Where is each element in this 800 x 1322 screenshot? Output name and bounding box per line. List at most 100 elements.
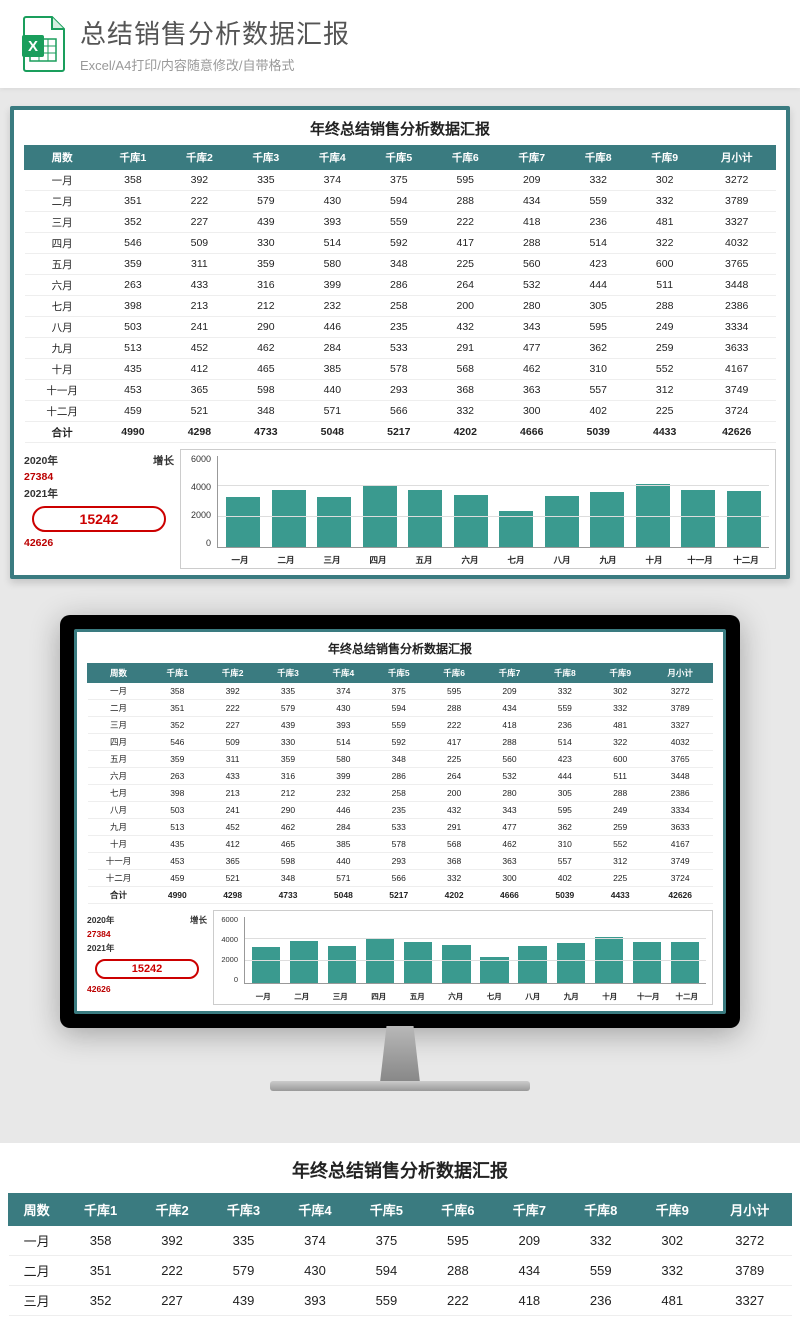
chart-bar [408, 490, 442, 547]
col-header: 千库1 [100, 146, 166, 170]
table-row: 一月3583923353743755952093323023272 [88, 683, 713, 700]
col-header: 千库4 [316, 664, 371, 683]
col-header: 千库3 [208, 1194, 279, 1226]
monitor-stand [355, 1026, 445, 1081]
year-2020-value: 27384 [24, 471, 174, 483]
report-card-small: 年终总结销售分析数据汇报 周数千库1千库2千库3千库4千库5千库6千库7千库8千… [74, 629, 726, 1014]
data-table-bottom: 周数千库1千库2千库3千库4千库5千库6千库7千库8千库9月小计一月358392… [8, 1193, 792, 1316]
table-row: 六月2634333163992862645324445113448 [88, 768, 713, 785]
total-row: 合计49904298473350485217420246665039443342… [88, 887, 713, 904]
table-row: 七月3982132122322582002803052882386 [25, 296, 776, 317]
chart-bar [442, 945, 470, 983]
chart-bar [545, 496, 579, 547]
table-row: 八月5032412904462354323435952493334 [88, 802, 713, 819]
col-header: 千库4 [299, 146, 365, 170]
table-row: 十月4354124653855785684623105524167 [88, 836, 713, 853]
col-header: 千库6 [426, 664, 481, 683]
table-row: 十二月4595213485715663323004022253724 [88, 870, 713, 887]
table-row: 六月2634333163992862645324445113448 [25, 275, 776, 296]
col-header: 千库4 [279, 1194, 350, 1226]
report-card: 年终总结销售分析数据汇报 周数千库1千库2千库3千库4千库5千库6千库7千库8千… [10, 106, 790, 579]
col-header: 千库8 [565, 1194, 636, 1226]
table-row: 二月3512225794305942884345593323789 [9, 1256, 792, 1286]
table-row: 九月5134524622845332914773622593633 [88, 819, 713, 836]
table-row: 三月3522274393935592224182364813327 [25, 212, 776, 233]
table-row: 二月3512225794305942884345593323789 [88, 700, 713, 717]
preview-bottom: 年终总结销售分析数据汇报 周数千库1千库2千库3千库4千库5千库6千库7千库8千… [0, 1143, 800, 1322]
table-row: 四月5465093305145924172885143224032 [25, 233, 776, 254]
col-header: 千库5 [351, 1194, 422, 1226]
col-header: 周数 [25, 146, 100, 170]
chart-bar [454, 495, 488, 547]
col-header: 千库3 [260, 664, 315, 683]
col-header: 千库9 [593, 664, 648, 683]
table-row: 十一月4533655984402933683635573123749 [88, 853, 713, 870]
col-header: 千库2 [136, 1194, 207, 1226]
table-row: 十二月4595213485715663323004022253724 [25, 401, 776, 422]
chart-bar [727, 491, 761, 547]
year-2020-label: 2020年 [24, 453, 58, 468]
table-row: 二月3512225794305942884345593323789 [25, 191, 776, 212]
col-header: 千库1 [65, 1194, 136, 1226]
col-header: 月小计 [708, 1194, 792, 1226]
year-2021-value: 42626 [24, 537, 174, 549]
chart-bar [633, 942, 661, 983]
col-header: 千库3 [233, 146, 299, 170]
col-header: 千库5 [371, 664, 426, 683]
svg-text:X: X [28, 38, 38, 55]
col-header: 千库8 [537, 664, 592, 683]
table-row: 一月3583923353743755952093323023272 [9, 1226, 792, 1256]
table-row: 一月3583923353743755952093323023272 [25, 170, 776, 191]
col-header: 千库8 [565, 146, 631, 170]
monitor-frame: 年终总结销售分析数据汇报 周数千库1千库2千库3千库4千库5千库6千库7千库8千… [60, 615, 740, 1028]
chart-bar [317, 497, 351, 547]
chart-bar [681, 490, 715, 547]
monitor-base [270, 1081, 530, 1091]
col-header: 千库6 [422, 1194, 493, 1226]
chart-bar [671, 942, 699, 983]
chart-bar [557, 943, 585, 983]
chart-bar [272, 490, 306, 547]
data-table: 周数千库1千库2千库3千库4千库5千库6千库7千库8千库9月小计一月358392… [24, 145, 776, 443]
summary-panel: 2020年 增长 27384 2021年 15242 42626 [24, 449, 174, 569]
total-row: 合计49904298473350485217420246665039443342… [25, 422, 776, 443]
col-header: 千库7 [482, 664, 537, 683]
chart-bar [590, 492, 624, 547]
col-header: 月小计 [648, 664, 713, 683]
bar-chart: 6000400020000 一月二月三月四月五月六月七月八月九月十月十一月十二月 [180, 449, 776, 569]
col-header: 千库9 [631, 146, 697, 170]
growth-badge: 15242 [32, 506, 166, 532]
col-header: 千库5 [366, 146, 432, 170]
col-header: 千库6 [432, 146, 498, 170]
col-header: 周数 [88, 664, 150, 683]
chart-bar [518, 946, 546, 983]
page-title: 总结销售分析数据汇报 [80, 14, 350, 51]
preview-top: 年终总结销售分析数据汇报 周数千库1千库2千库3千库4千库5千库6千库7千库8千… [0, 88, 800, 591]
col-header: 千库7 [499, 146, 565, 170]
table-row: 九月5134524622845332914773622593633 [25, 338, 776, 359]
chart-bar [328, 946, 356, 983]
table-row: 十一月4533655984402933683635573123749 [25, 380, 776, 401]
table-row: 三月3522274393935592224182364813327 [9, 1286, 792, 1316]
col-header: 月小计 [698, 146, 776, 170]
table-row: 三月3522274393935592224182364813327 [88, 717, 713, 734]
page-subtitle: Excel/A4打印/内容随意修改/自带格式 [80, 55, 350, 74]
excel-file-icon: X [20, 15, 66, 73]
year-2021-label: 2021年 [24, 486, 58, 501]
col-header: 周数 [9, 1194, 65, 1226]
col-header: 千库2 [205, 664, 260, 683]
table-row: 五月3593113595803482255604236003765 [88, 751, 713, 768]
monitor-preview: 年终总结销售分析数据汇报 周数千库1千库2千库3千库4千库5千库6千库7千库8千… [0, 591, 800, 1131]
chart-bar [290, 941, 318, 983]
table-row: 十月4354124653855785684623105524167 [25, 359, 776, 380]
chart-bar [404, 942, 432, 983]
col-header: 千库1 [150, 664, 205, 683]
table-row: 七月3982132122322582002803052882386 [88, 785, 713, 802]
col-header: 千库9 [637, 1194, 708, 1226]
growth-label: 增长 [153, 453, 174, 468]
chart-bar [252, 947, 280, 983]
page-header: X 总结销售分析数据汇报 Excel/A4打印/内容随意修改/自带格式 [0, 0, 800, 88]
report-title: 年终总结销售分析数据汇报 [24, 118, 776, 139]
table-row: 八月5032412904462354323435952493334 [25, 317, 776, 338]
col-header: 千库7 [494, 1194, 565, 1226]
